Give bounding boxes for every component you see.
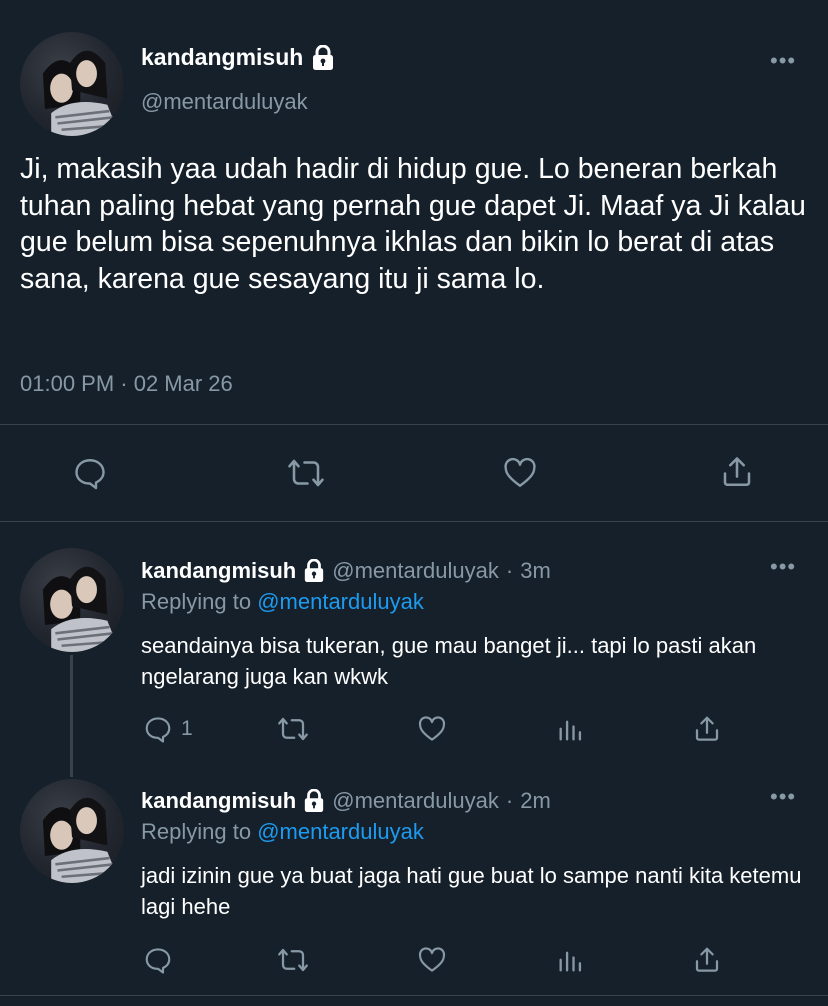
- divider: [0, 521, 828, 522]
- display-name[interactable]: kandangmisuh: [141, 558, 296, 584]
- analytics-icon: [559, 951, 582, 972]
- display-name[interactable]: kandangmisuh: [141, 788, 296, 814]
- share-button[interactable]: [692, 713, 722, 745]
- like-icon: [418, 716, 446, 741]
- reply-text: jadi izinin gue ya buat jaga hati gue bu…: [141, 863, 802, 919]
- more-horizontal-icon[interactable]: •••: [770, 554, 796, 580]
- timestamp[interactable]: 01:00 PM · 02 Mar 26: [20, 371, 233, 397]
- share-button[interactable]: [719, 453, 755, 491]
- retweet-icon: [288, 459, 324, 487]
- more-horizontal-icon[interactable]: •••: [770, 784, 796, 810]
- separator: ·: [505, 558, 514, 583]
- lock-icon: [305, 789, 324, 812]
- profile-photo-icon: [42, 566, 120, 652]
- like-icon: [418, 947, 446, 972]
- retweet-button[interactable]: [276, 714, 310, 744]
- retweet-icon: [278, 717, 308, 741]
- reply-count: 1: [181, 717, 193, 740]
- reply-button[interactable]: [72, 455, 108, 491]
- like-button[interactable]: [416, 945, 448, 975]
- analytics-icon: [559, 720, 582, 741]
- reply-icon: [145, 948, 171, 974]
- handle[interactable]: @mentarduluyak: [332, 788, 499, 814]
- reply-icon: [75, 459, 105, 490]
- mention-link[interactable]: @mentarduluyak: [257, 589, 424, 614]
- tweet-text: Ji, makasih yaa udah hadir di hidup gue.…: [20, 153, 806, 295]
- reply-text: seandainya bisa tukeran, gue mau banget …: [141, 633, 757, 689]
- replying-label: Replying to: [141, 589, 252, 614]
- handle[interactable]: @mentarduluyak: [332, 558, 499, 584]
- more-horizontal-icon[interactable]: •••: [770, 48, 796, 74]
- like-button[interactable]: [416, 714, 448, 744]
- share-icon: [695, 716, 719, 741]
- profile-photo-icon: [42, 50, 120, 136]
- reply-icon: [145, 717, 171, 743]
- like-button[interactable]: [501, 455, 539, 491]
- handle[interactable]: @mentarduluyak: [141, 89, 308, 115]
- lock-icon: [305, 559, 324, 582]
- retweet-button[interactable]: [276, 945, 310, 975]
- like-icon: [504, 457, 536, 487]
- retweet-button[interactable]: [286, 455, 326, 491]
- divider: [0, 424, 828, 425]
- share-icon: [695, 947, 719, 972]
- display-name[interactable]: kandangmisuh: [141, 44, 303, 71]
- lock-icon: [313, 44, 334, 70]
- replying-label: Replying to: [141, 819, 252, 844]
- share-icon: [723, 457, 751, 487]
- avatar[interactable]: [20, 32, 124, 136]
- thread-line: [70, 655, 73, 777]
- analytics-button[interactable]: [556, 716, 584, 744]
- profile-photo-icon: [42, 797, 120, 883]
- mention-link[interactable]: @mentarduluyak: [257, 819, 424, 844]
- retweet-icon: [278, 948, 308, 972]
- reply-button[interactable]: 1: [143, 714, 193, 744]
- share-button[interactable]: [692, 944, 722, 976]
- separator: ·: [505, 788, 514, 813]
- time[interactable]: 2m: [520, 788, 551, 814]
- reply-button[interactable]: [143, 945, 181, 975]
- divider: [0, 995, 828, 996]
- avatar[interactable]: [20, 779, 124, 883]
- time[interactable]: 3m: [520, 558, 551, 584]
- analytics-button[interactable]: [556, 947, 584, 975]
- avatar[interactable]: [20, 548, 124, 652]
